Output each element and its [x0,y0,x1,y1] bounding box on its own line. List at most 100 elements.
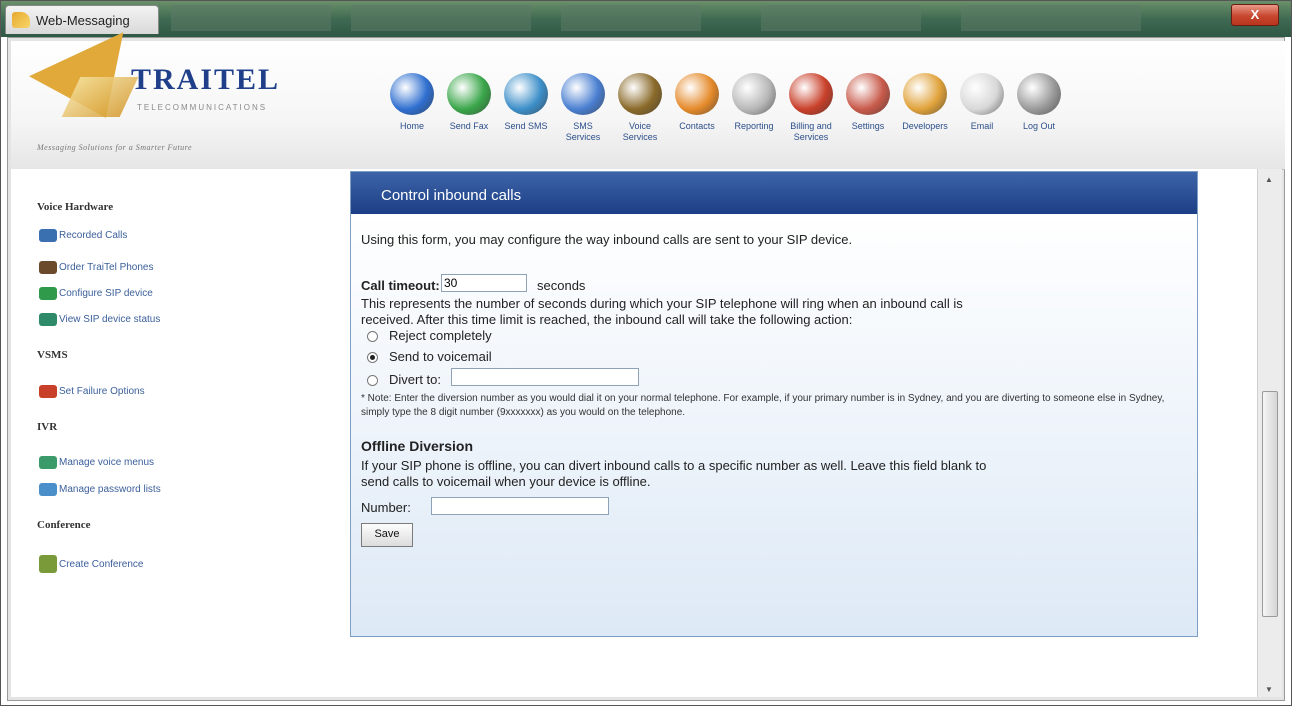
section-ivr: IVR [37,421,58,433]
description-line-1: This represents the number of seconds du… [361,296,963,311]
nav-contacts[interactable]: Contacts [670,51,724,132]
nav-label: Email [970,121,994,131]
nav-billing[interactable]: Billing and Services [784,51,838,143]
nav-label: Home [399,121,424,131]
sidebar-item-label: Recorded Calls [59,230,128,241]
nav-reporting[interactable]: Reporting [727,51,781,132]
sidebar-item-label: Manage voice menus [59,457,155,468]
title-bar: Web-Messaging X [1,1,1291,37]
logo[interactable]: TRAITEL TELECOMMUNICATIONS [29,32,293,140]
panel-body: Using this form, you may configure the w… [351,214,1197,636]
nav-sms[interactable]: Send SMS [499,51,553,132]
nav-globe[interactable]: Home [385,51,439,132]
vertical-scrollbar[interactable]: ▲ ▼ [1257,169,1282,697]
nav-label: Reporting [734,121,774,131]
offline-line-1: If your SIP phone is offline, you can di… [361,458,987,473]
nav-fax[interactable]: Send Fax [442,51,496,132]
failure-icon [39,385,57,398]
section-voice-hardware: Voice Hardware [37,201,114,213]
call-timeout-input[interactable] [441,274,527,292]
close-button[interactable]: X [1231,4,1279,26]
brand-subtitle: TELECOMMUNICATIONS [137,103,268,112]
voicemail-label: Send to voicemail [389,349,492,364]
sidebar-item-label: Set Failure Options [59,386,145,397]
scroll-up-arrow[interactable]: ▲ [1265,175,1273,184]
sidebar-item-label: View SIP device status [59,314,161,325]
email-icon [960,73,1004,115]
voicemail-radio[interactable] [367,352,378,363]
sidebar-item-configure-sip[interactable]: Configure SIP device [39,287,153,300]
sms-icon [504,73,548,115]
nav-label: Contacts [679,121,715,131]
phone-icon [39,261,57,274]
offline-diversion-title: Offline Diversion [361,438,474,454]
nav-label: Send Fax [449,121,489,131]
section-vsms: VSMS [37,349,68,361]
sidebar-item-set-failure[interactable]: Set Failure Options [39,385,145,398]
divert-input[interactable] [451,368,639,386]
nav-label: Send SMS [504,121,548,131]
sidebar-item-create-conference[interactable]: Create Conference [39,555,144,573]
nav-label: Voice Services [622,121,658,142]
section-conference: Conference [37,519,91,531]
sidebar-item-view-sip[interactable]: View SIP device status [39,313,160,326]
save-button[interactable]: Save [361,523,413,547]
number-label: Number: [361,500,411,515]
trash-icon [1017,73,1061,115]
contacts-icon [675,73,719,115]
phone-icon [618,73,662,115]
status-icon [39,313,57,326]
sidebar-item-recorded-calls[interactable]: Recorded Calls [39,229,127,242]
divert-label: Divert to: [389,372,442,387]
fax-icon [447,73,491,115]
nav-label: Settings [851,121,885,131]
scroll-thumb[interactable] [1262,391,1278,617]
nav-label: Developers [902,121,948,131]
sidebar-item-label: Order TraiTel Phones [59,262,154,273]
settings-icon [846,73,890,115]
sidebar-item-manage-passwords[interactable]: Manage password lists [39,483,161,496]
window-tab[interactable]: Web-Messaging [5,5,159,34]
developers-icon [903,73,947,115]
globe-icon [390,73,434,115]
billing-icon [789,73,833,115]
number-input[interactable] [431,497,609,515]
sidebar: Voice Hardware Recorded Calls Order Trai… [11,169,341,697]
scroll-down-arrow[interactable]: ▼ [1265,685,1273,694]
reporting-icon [732,73,776,115]
sidebar-item-manage-menus[interactable]: Manage voice menus [39,456,154,469]
menu-icon [39,456,57,469]
nav-settings[interactable]: Settings [841,51,895,132]
nav-developers[interactable]: Developers [898,51,952,132]
sidebar-item-label: Configure SIP device [59,288,153,299]
diversion-note: * Note: Enter the diversion number as yo… [361,393,1165,418]
offline-line-2: send calls to voicemail when your device… [361,474,651,489]
brand-tagline: Messaging Solutions for a Smarter Future [37,143,193,152]
nav-sms-services[interactable]: SMS Services [556,51,610,143]
nav-label: Billing and Services [790,121,832,142]
call-timeout-label: Call timeout: [361,278,440,293]
conference-icon [39,555,57,573]
nav-email[interactable]: Email [955,51,1009,132]
sidebar-item-label: Manage password lists [59,484,161,495]
divert-radio[interactable] [367,375,378,386]
nav-phone[interactable]: Voice Services [613,51,667,143]
sidebar-item-label: Create Conference [59,558,144,570]
sms-services-icon [561,73,605,115]
app-window: Web-Messaging X TRAITEL TELECOMMUNICATIO… [0,0,1292,706]
nav-trash[interactable]: Log Out [1012,51,1066,132]
app-icon [12,12,30,28]
description-line-2: received. After this time limit is reach… [361,312,853,327]
reject-radio[interactable] [367,331,378,342]
brand-name: TRAITEL [131,63,281,96]
reject-label: Reject completely [389,328,492,343]
nav-label: SMS Services [565,121,601,142]
window-title: Web-Messaging [36,12,130,28]
seconds-label: seconds [537,278,586,293]
configure-icon [39,287,57,300]
sidebar-item-order-phones[interactable]: Order TraiTel Phones [39,261,154,274]
control-inbound-panel: Control inbound calls Using this form, y… [350,171,1198,637]
nav-label: Log Out [1022,121,1056,131]
password-icon [39,483,57,496]
panel-title: Control inbound calls [351,172,1197,214]
